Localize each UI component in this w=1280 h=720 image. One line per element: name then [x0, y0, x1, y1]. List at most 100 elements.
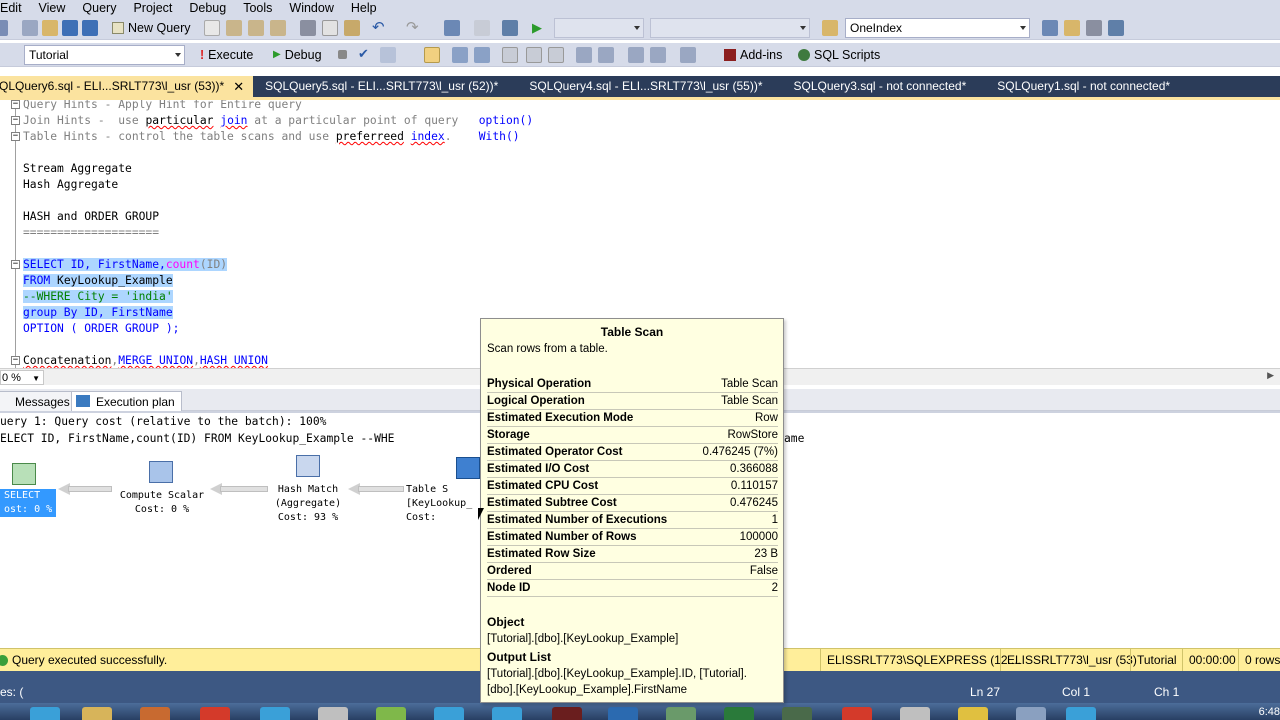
- change-connection-icon[interactable]: [380, 47, 396, 63]
- fold-toggle-icon[interactable]: −: [11, 100, 20, 109]
- tab-sqlquery1[interactable]: SQLQuery1.sql - not connected*: [975, 76, 1179, 97]
- analysis-query-icon[interactable]: [226, 20, 242, 36]
- tab-execution-plan[interactable]: Execution plan: [71, 391, 182, 412]
- table-scan-icon[interactable]: [456, 457, 480, 479]
- compute-scalar-icon[interactable]: [149, 461, 173, 483]
- activity-monitor-icon[interactable]: [502, 20, 518, 36]
- paste-icon[interactable]: [344, 20, 360, 36]
- menu-edit[interactable]: Edit: [0, 0, 31, 16]
- app-taskbar-icon[interactable]: [1066, 707, 1096, 720]
- app-taskbar-icon[interactable]: [434, 707, 464, 720]
- chrome-taskbar-icon[interactable]: [200, 707, 230, 720]
- find-combo-value: OneIndex: [850, 21, 903, 35]
- menu-project[interactable]: Project: [125, 0, 181, 16]
- query-designer-icon[interactable]: [452, 47, 468, 63]
- menu-help[interactable]: Help: [343, 0, 386, 16]
- platform-combo[interactable]: [650, 18, 810, 38]
- display-estimated-plan-icon[interactable]: [424, 47, 440, 63]
- app-taskbar-icon[interactable]: [1016, 707, 1046, 720]
- skype-taskbar-icon[interactable]: [260, 707, 290, 720]
- undo-icon[interactable]: ↶: [372, 18, 388, 36]
- new-query-button[interactable]: New Query: [112, 20, 191, 36]
- find-combo[interactable]: OneIndex: [845, 18, 1030, 38]
- uncomment-icon[interactable]: [650, 47, 666, 63]
- fold-toggle-icon[interactable]: −: [11, 356, 20, 365]
- navigate-backward-icon[interactable]: [444, 20, 460, 36]
- db-engine-query-icon[interactable]: [204, 20, 220, 36]
- scroll-right-icon[interactable]: ▶: [1267, 370, 1274, 381]
- results-to-grid-icon[interactable]: [576, 47, 592, 63]
- properties-icon[interactable]: [1086, 20, 1102, 36]
- cancel-query-icon[interactable]: [338, 50, 347, 59]
- results-to-text-icon[interactable]: [548, 47, 564, 63]
- menu-tools[interactable]: Tools: [235, 0, 281, 16]
- menu-window[interactable]: Window: [281, 0, 342, 16]
- menu-query[interactable]: Query: [74, 0, 125, 16]
- table-scan-label[interactable]: Table S [KeyLookup_ Cost:: [406, 483, 480, 525]
- cut-icon[interactable]: [300, 20, 316, 36]
- outlook-taskbar-icon[interactable]: [608, 707, 638, 720]
- redo-icon[interactable]: ↷: [406, 18, 422, 36]
- explorer-taskbar-icon[interactable]: [82, 707, 112, 720]
- xmla-query-icon[interactable]: [270, 20, 286, 36]
- app-taskbar-icon[interactable]: [552, 707, 582, 720]
- tab-messages[interactable]: Messages: [0, 391, 77, 411]
- results-to-file-icon[interactable]: [598, 47, 614, 63]
- object-explorer-icon[interactable]: [1064, 20, 1080, 36]
- tooltip-key: Estimated CPU Cost: [487, 480, 599, 492]
- fold-toggle-icon[interactable]: −: [11, 260, 20, 269]
- execute-button[interactable]: ! Execute: [200, 47, 253, 63]
- registered-servers-icon[interactable]: [1042, 20, 1058, 36]
- notepad-taskbar-icon[interactable]: [318, 707, 348, 720]
- ie-taskbar-icon[interactable]: [30, 707, 60, 720]
- addins-button[interactable]: Add-ins: [724, 47, 782, 63]
- start-debugging-icon[interactable]: ▶: [532, 20, 548, 36]
- include-actual-plan-icon[interactable]: [502, 47, 518, 63]
- zoom-combo[interactable]: 0 % ▼: [0, 370, 44, 385]
- menu-debug[interactable]: Debug: [181, 0, 235, 16]
- compute-scalar-label[interactable]: Compute Scalar Cost: 0 %: [110, 489, 214, 517]
- query-options-icon[interactable]: [474, 47, 490, 63]
- menu-view[interactable]: View: [31, 0, 75, 16]
- fold-toggle-icon[interactable]: −: [11, 132, 20, 141]
- excel-taskbar-icon[interactable]: [724, 707, 754, 720]
- parse-icon[interactable]: ✔: [358, 46, 374, 62]
- sql-scripts-button[interactable]: SQL Scripts: [798, 47, 880, 63]
- code-text: option(): [478, 114, 534, 127]
- tab-sqlquery4[interactable]: SQLQuery4.sql - ELI...SRLT773\l_usr (55)…: [507, 76, 771, 97]
- tab-sqlquery3[interactable]: SQLQuery3.sql - not connected*: [772, 76, 976, 97]
- close-tab-icon[interactable]: ✕: [233, 76, 244, 97]
- save-all-icon[interactable]: [82, 20, 98, 36]
- copy-icon[interactable]: [322, 20, 338, 36]
- code-text: .: [444, 130, 479, 143]
- save-icon[interactable]: [62, 20, 78, 36]
- tab-sqlquery5[interactable]: SQLQuery5.sql - ELI...SRLT773\l_usr (52)…: [253, 76, 507, 97]
- select-node-label[interactable]: SELECT ost: 0 %: [0, 489, 56, 517]
- select-node-icon[interactable]: [12, 463, 36, 485]
- app-taskbar-icon[interactable]: [782, 707, 812, 720]
- filezilla-taskbar-icon[interactable]: [842, 707, 872, 720]
- mdx-query-icon[interactable]: [248, 20, 264, 36]
- comment-out-icon[interactable]: [628, 47, 644, 63]
- client-statistics-icon[interactable]: [526, 47, 542, 63]
- fold-toggle-icon[interactable]: −: [11, 116, 20, 125]
- app-taskbar-icon[interactable]: [958, 707, 988, 720]
- navigate-forward-icon[interactable]: [474, 20, 490, 36]
- database-combo[interactable]: Tutorial: [24, 45, 185, 65]
- open-file-icon[interactable]: [42, 20, 58, 36]
- decrease-indent-icon[interactable]: [680, 47, 696, 63]
- app-taskbar-icon[interactable]: [900, 707, 930, 720]
- hash-match-icon[interactable]: [296, 455, 320, 477]
- tooltip-key: Estimated Number of Rows: [487, 531, 637, 543]
- find-in-files-icon[interactable]: [822, 20, 838, 36]
- hash-match-label[interactable]: Hash Match (Aggregate) Cost: 93 %: [262, 483, 354, 525]
- toolbox-icon[interactable]: [1108, 20, 1124, 36]
- app-taskbar-icon[interactable]: [666, 707, 696, 720]
- debug-button[interactable]: ▶ Debug: [273, 47, 322, 63]
- app-taskbar-icon[interactable]: [140, 707, 170, 720]
- new-project-icon[interactable]: [22, 20, 38, 36]
- solution-config-combo[interactable]: [554, 18, 644, 38]
- app-taskbar-icon[interactable]: [492, 707, 522, 720]
- tab-sqlquery6[interactable]: QLQuery6.sql - ELI...SRLT773\l_usr (53))…: [0, 76, 254, 97]
- app-taskbar-icon[interactable]: [376, 707, 406, 720]
